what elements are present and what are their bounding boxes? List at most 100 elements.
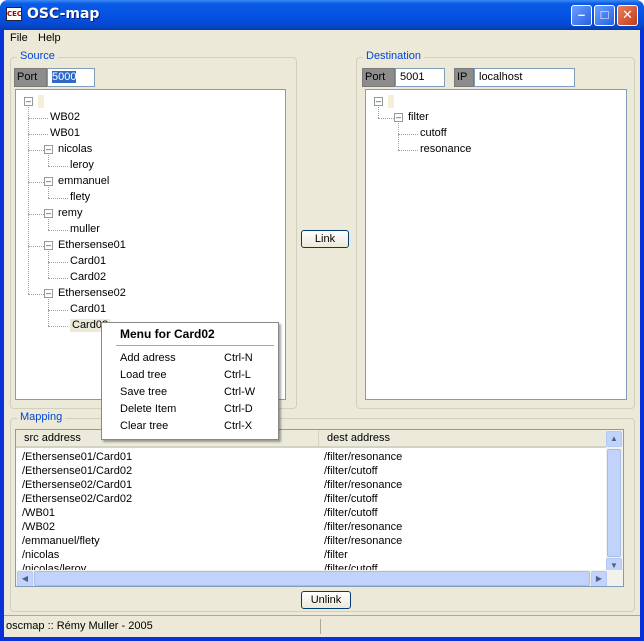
menu-file[interactable]: File <box>10 32 28 44</box>
mapping-table[interactable]: src address dest address /Ethersense01/C… <box>15 429 624 587</box>
collapse-icon[interactable]: – <box>44 177 53 186</box>
mapping-src-cell[interactable]: /Ethersense02/Card01 <box>22 479 132 493</box>
collapse-icon[interactable]: – <box>24 97 33 106</box>
horizontal-scrollbar[interactable]: ◀ ▶ <box>16 570 623 586</box>
maximize-button[interactable]: □ <box>594 5 615 26</box>
mapping-dest-cell[interactable]: /filter <box>324 549 348 563</box>
tree-connector <box>398 150 418 151</box>
mapping-src-cell[interactable]: /Ethersense01/Card01 <box>22 451 132 465</box>
source-group-label: Source <box>17 50 58 62</box>
tree-connector <box>28 118 48 119</box>
context-menu-item-label: Save tree <box>120 386 168 398</box>
close-button[interactable]: ✕ <box>617 5 638 26</box>
link-button[interactable]: Link <box>301 230 349 248</box>
mapping-dest-cell[interactable]: /filter/cutoff <box>324 465 378 479</box>
title-bar[interactable]: CEC OSC-map – □ ✕ <box>0 0 644 30</box>
mapping-dest-cell[interactable]: /filter/resonance <box>324 451 402 465</box>
destination-ip-input[interactable]: localhost <box>474 68 575 87</box>
context-menu-item-shortcut: Ctrl-L <box>224 369 251 381</box>
context-menu-item-label: Delete Item <box>120 403 177 415</box>
destination-port-input[interactable]: 5001 <box>395 68 445 87</box>
source-tree-node[interactable]: Card01 <box>70 303 106 316</box>
collapse-icon[interactable]: – <box>44 241 53 250</box>
source-port-input[interactable]: 5000 <box>47 68 95 87</box>
context-menu-item-shortcut: Ctrl-W <box>224 386 256 398</box>
source-port-value: 5000 <box>52 71 77 83</box>
source-tree-node[interactable]: remy <box>58 207 82 220</box>
context-menu-item[interactable]: Delete Item Ctrl-D <box>120 403 270 420</box>
source-tree-node[interactable]: WB02 <box>50 111 80 124</box>
collapse-icon[interactable]: – <box>374 97 383 106</box>
context-menu-item[interactable]: Load tree Ctrl-L <box>120 369 270 386</box>
tree-connector <box>28 107 29 294</box>
horizontal-scroll-thumb[interactable] <box>34 571 590 586</box>
menu-help[interactable]: Help <box>38 32 61 44</box>
unlink-button[interactable]: Unlink <box>301 591 351 609</box>
source-tree-node[interactable]: emmanuel <box>58 175 109 188</box>
context-menu-item[interactable]: Save tree Ctrl-W <box>120 386 270 403</box>
vertical-scrollbar[interactable]: ▲ ▼ <box>606 430 623 574</box>
context-menu-item[interactable]: Add adress Ctrl-N <box>120 352 270 369</box>
mapping-dest-cell[interactable]: /filter/resonance <box>324 479 402 493</box>
tree-connector <box>48 278 68 279</box>
collapse-icon[interactable]: – <box>44 209 53 218</box>
mapping-src-cell[interactable]: /WB02 <box>22 521 55 535</box>
source-tree-node[interactable]: Ethersense01 <box>58 239 126 252</box>
mapping-src-cell[interactable]: /Ethersense01/Card02 <box>22 465 132 479</box>
tree-connector <box>48 187 49 198</box>
source-tree-node[interactable]: nicolas <box>58 143 92 156</box>
mapping-src-cell[interactable]: /nicolas <box>22 549 59 563</box>
context-menu-item[interactable]: Clear tree Ctrl-X <box>120 420 270 437</box>
source-tree-node[interactable]: flety <box>70 191 90 204</box>
mapping-dest-cell[interactable]: /filter/cutoff <box>324 493 378 507</box>
scroll-up-button[interactable]: ▲ <box>606 431 622 447</box>
status-bar: oscmap :: Rémy Muller - 2005 <box>4 615 640 637</box>
status-text: oscmap :: Rémy Muller - 2005 <box>6 620 153 632</box>
collapse-icon[interactable]: – <box>44 289 53 298</box>
scroll-left-button[interactable]: ◀ <box>17 571 33 586</box>
mapping-src-cell[interactable]: /WB01 <box>22 507 55 521</box>
context-menu: Menu for Card02 Add adress Ctrl-N Load tre… <box>101 322 279 440</box>
mapping-src-cell[interactable]: /Ethersense02/Card02 <box>22 493 132 507</box>
context-menu-item-label: Load tree <box>120 369 167 381</box>
source-tree-node[interactable]: Card02 <box>70 271 106 284</box>
mapping-group-label: Mapping <box>17 411 66 423</box>
tree-connector <box>48 219 49 230</box>
destination-tree-node[interactable]: filter <box>408 111 429 124</box>
destination-tree-node[interactable] <box>388 95 394 108</box>
application-window: CEC OSC-map – □ ✕ File Help Source Port … <box>0 0 644 641</box>
context-menu-title: Menu for Card02 <box>120 327 215 341</box>
mapping-dest-cell[interactable]: /filter/cutoff <box>324 507 378 521</box>
tree-connector <box>48 166 68 167</box>
destination-ip-label: IP <box>454 68 474 87</box>
source-tree-node[interactable]: Card01 <box>70 255 106 268</box>
source-tree-node[interactable]: muller <box>70 223 100 236</box>
vertical-scroll-thumb[interactable] <box>607 449 621 557</box>
app-icon: CEC <box>6 7 22 21</box>
source-tree-node[interactable] <box>38 95 44 108</box>
scroll-right-button[interactable]: ▶ <box>591 571 607 586</box>
collapse-icon[interactable]: – <box>394 113 403 122</box>
tree-connector <box>398 134 418 135</box>
source-tree-node[interactable]: WB01 <box>50 127 80 140</box>
destination-tree[interactable]: – – filter cutoff resonance <box>365 89 627 400</box>
context-menu-item-shortcut: Ctrl-X <box>224 420 253 432</box>
destination-tree-node[interactable]: resonance <box>420 143 471 156</box>
mapping-dest-cell[interactable]: /filter/resonance <box>324 521 402 535</box>
source-tree-node[interactable]: leroy <box>70 159 94 172</box>
source-tree-node[interactable]: Ethersense02 <box>58 287 126 300</box>
mapping-src-cell[interactable]: /emmanuel/flety <box>22 535 100 549</box>
destination-group-label: Destination <box>363 50 425 62</box>
tree-connector <box>378 107 379 118</box>
client-area: File Help Source Port 5000 – WB02 WB01– nic… <box>4 30 640 637</box>
tree-connector <box>48 326 68 327</box>
source-port-label: Port <box>14 68 47 87</box>
mapping-dest-cell[interactable]: /filter/resonance <box>324 535 402 549</box>
tree-connector <box>28 134 48 135</box>
destination-tree-node[interactable]: cutoff <box>420 127 447 140</box>
minimize-button[interactable]: – <box>571 5 592 26</box>
context-menu-separator <box>116 345 274 346</box>
column-header-dest[interactable]: dest address <box>318 430 608 448</box>
tree-connector <box>48 310 68 311</box>
collapse-icon[interactable]: – <box>44 145 53 154</box>
